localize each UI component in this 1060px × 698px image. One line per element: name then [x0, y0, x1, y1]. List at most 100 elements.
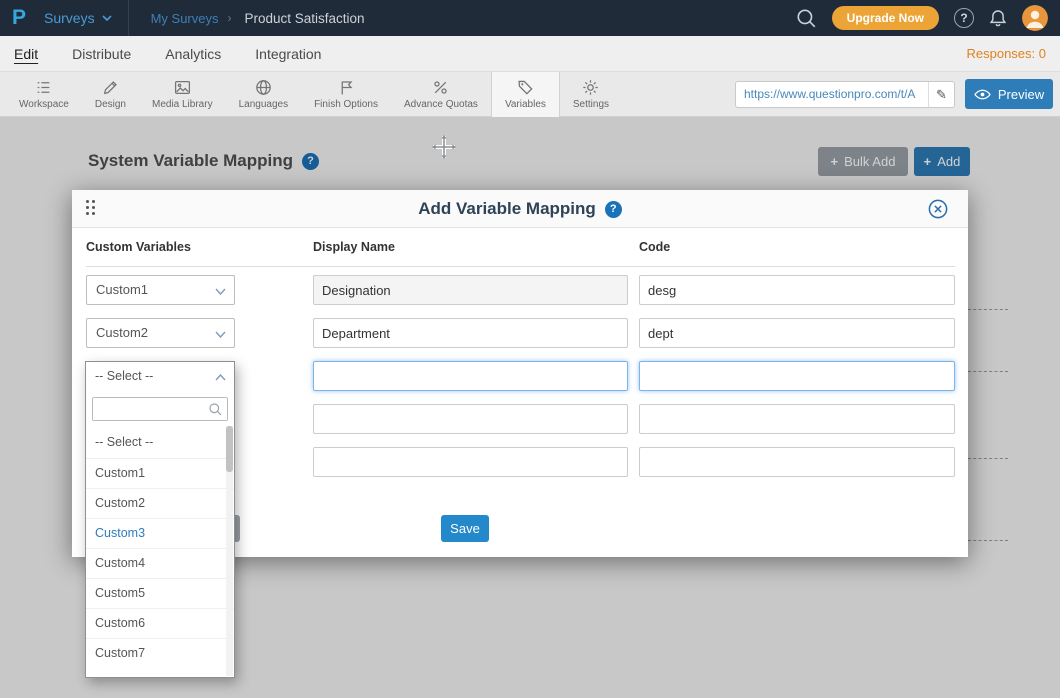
toolbar-item-workspace[interactable]: Workspace	[6, 72, 82, 117]
scrollbar-thumb[interactable]	[226, 426, 233, 472]
search-icon	[795, 7, 817, 29]
modal-title-text: Add Variable Mapping	[418, 199, 596, 219]
preview-button[interactable]: Preview	[965, 79, 1053, 109]
topbar: P Surveys My Surveys › Product Satisfact…	[0, 0, 1060, 36]
column-header-divider	[86, 266, 955, 267]
toolbar-item-label: Advance Quotas	[404, 99, 478, 110]
dropdown-selected-value[interactable]: -- Select --	[86, 362, 234, 392]
dropdown-value-text: -- Select --	[95, 369, 153, 383]
media-library-icon	[174, 79, 191, 96]
display-name-input[interactable]	[313, 275, 628, 305]
search-icon	[208, 402, 223, 417]
display-name-input[interactable]	[313, 361, 628, 391]
dropdown-option-highlighted[interactable]: Custom3	[86, 518, 234, 548]
custom-variable-select[interactable]: Custom1	[86, 275, 235, 305]
dropdown-scrollbar[interactable]	[226, 426, 233, 676]
breadcrumb-my-surveys[interactable]: My Surveys	[151, 11, 219, 26]
code-input[interactable]	[639, 275, 955, 305]
languages-icon	[255, 79, 272, 96]
toolbar-item-advance-quotas[interactable]: Advance Quotas	[391, 72, 491, 117]
toolbar-item-media-library[interactable]: Media Library	[139, 72, 226, 117]
close-icon	[928, 199, 948, 219]
dropdown-option[interactable]: Custom5	[86, 578, 234, 608]
toolbar-item-settings[interactable]: Settings	[560, 72, 622, 117]
breadcrumb-separator: ›	[228, 11, 232, 25]
topbar-divider	[128, 0, 129, 36]
toolbar-item-finish-options[interactable]: Finish Options	[301, 72, 391, 117]
mapping-row: Custom2	[72, 318, 968, 348]
survey-title: Product Satisfaction	[245, 11, 365, 26]
finish-options-icon	[338, 79, 355, 96]
chevron-up-icon	[215, 374, 226, 381]
toolbar-item-label: Design	[95, 99, 126, 110]
select-value: Custom1	[96, 282, 148, 297]
save-button[interactable]: Save	[441, 515, 489, 542]
drag-handle-icon[interactable]	[86, 200, 95, 215]
dropdown-option[interactable]: Custom4	[86, 548, 234, 578]
toolbar-item-variables[interactable]: Variables	[491, 72, 560, 117]
bell-icon	[989, 9, 1007, 28]
code-input[interactable]	[639, 361, 955, 391]
design-icon	[102, 79, 119, 96]
settings-gear-icon	[582, 79, 599, 96]
tab-distribute[interactable]: Distribute	[72, 46, 131, 62]
toolbar-item-languages[interactable]: Languages	[226, 72, 302, 117]
dropdown-options-list: -- Select -- Custom1 Custom2 Custom3 Cus…	[86, 428, 234, 668]
nav-tabs-bar: Edit Distribute Analytics Integration Re…	[0, 36, 1060, 72]
toolbar-item-label: Languages	[239, 99, 289, 110]
toolbar-item-label: Settings	[573, 99, 609, 110]
toolbar-item-label: Finish Options	[314, 99, 378, 110]
edit-url-pencil-icon[interactable]: ✎	[928, 82, 954, 107]
dropdown-option[interactable]: -- Select --	[86, 428, 234, 458]
topbar-actions: Upgrade Now ?	[795, 5, 1048, 31]
survey-url-text: https://www.questionpro.com/t/A	[736, 82, 928, 107]
tab-integration[interactable]: Integration	[255, 46, 321, 62]
survey-url-box[interactable]: https://www.questionpro.com/t/A ✎	[735, 81, 955, 108]
workspace-icon	[35, 79, 52, 96]
eye-icon	[974, 89, 991, 100]
avatar-icon	[1022, 5, 1048, 31]
chevron-down-icon	[215, 331, 226, 338]
questionpro-logo[interactable]: P	[12, 6, 26, 30]
help-button[interactable]: ?	[954, 8, 974, 28]
custom-variable-dropdown: -- Select -- -- Select -- Custom1 Custom…	[85, 361, 235, 678]
advance-quotas-icon	[432, 79, 449, 96]
mapping-row: Custom1	[72, 275, 968, 305]
search-button[interactable]	[795, 7, 817, 29]
dropdown-search-box	[92, 397, 228, 421]
display-name-input[interactable]	[313, 447, 628, 477]
code-input[interactable]	[639, 404, 955, 434]
column-header-code: Code	[639, 240, 670, 254]
close-modal-button[interactable]	[928, 199, 948, 219]
select-value: Custom2	[96, 325, 148, 340]
code-input[interactable]	[639, 447, 955, 477]
custom-variable-select[interactable]: Custom2	[86, 318, 235, 348]
toolbar-item-label: Workspace	[19, 99, 69, 110]
modal-title: Add Variable Mapping ?	[72, 190, 968, 228]
toolbar-item-label: Media Library	[152, 99, 213, 110]
dropdown-option[interactable]: Custom1	[86, 458, 234, 488]
upgrade-now-button[interactable]: Upgrade Now	[832, 6, 939, 30]
notifications-button[interactable]	[989, 9, 1007, 28]
dropdown-search-input[interactable]	[93, 398, 227, 420]
variables-icon	[517, 79, 534, 96]
toolbar-item-label: Variables	[505, 99, 546, 110]
surveys-menu-label: Surveys	[44, 10, 95, 26]
display-name-input[interactable]	[313, 404, 628, 434]
dropdown-option[interactable]: Custom2	[86, 488, 234, 518]
display-name-input[interactable]	[313, 318, 628, 348]
column-header-display-name: Display Name	[313, 240, 395, 254]
preview-button-label: Preview	[998, 87, 1044, 102]
user-avatar[interactable]	[1022, 5, 1048, 31]
dropdown-option[interactable]: Custom7	[86, 638, 234, 668]
tab-analytics[interactable]: Analytics	[165, 46, 221, 62]
modal-help-icon[interactable]: ?	[605, 201, 622, 218]
code-input[interactable]	[639, 318, 955, 348]
surveys-menu[interactable]: Surveys	[44, 10, 112, 26]
edit-toolbar: Workspace Design Media Library Languages…	[0, 72, 1060, 117]
column-header-custom-variables: Custom Variables	[86, 240, 191, 254]
modal-header: Add Variable Mapping ?	[72, 190, 968, 228]
tab-edit[interactable]: Edit	[14, 46, 38, 62]
toolbar-item-design[interactable]: Design	[82, 72, 139, 117]
dropdown-option[interactable]: Custom6	[86, 608, 234, 638]
